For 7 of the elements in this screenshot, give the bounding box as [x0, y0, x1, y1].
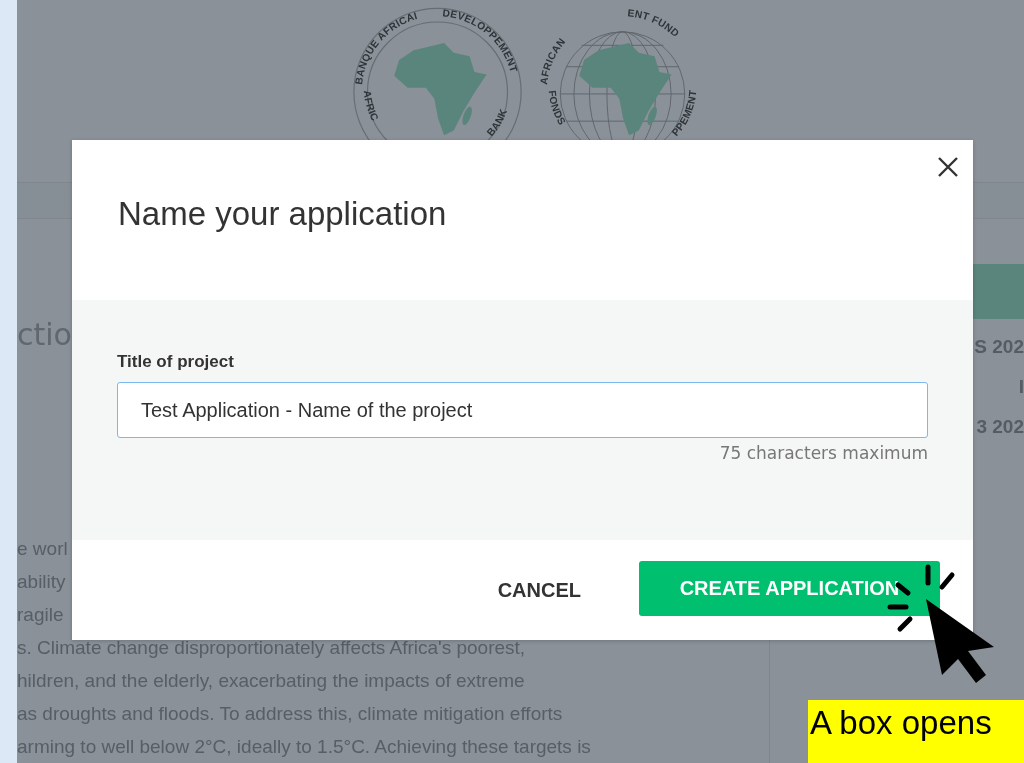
field-label: Title of project: [117, 352, 235, 372]
title-input-field[interactable]: Test Application - Name of the project: [117, 382, 928, 438]
dialog-title: Name your application: [118, 195, 448, 233]
annotation-label: A box opens: [808, 700, 1024, 763]
close-icon[interactable]: [937, 156, 959, 178]
field-hint: 75 characters maximum: [719, 443, 928, 463]
cancel-button[interactable]: CANCEL: [479, 564, 599, 616]
